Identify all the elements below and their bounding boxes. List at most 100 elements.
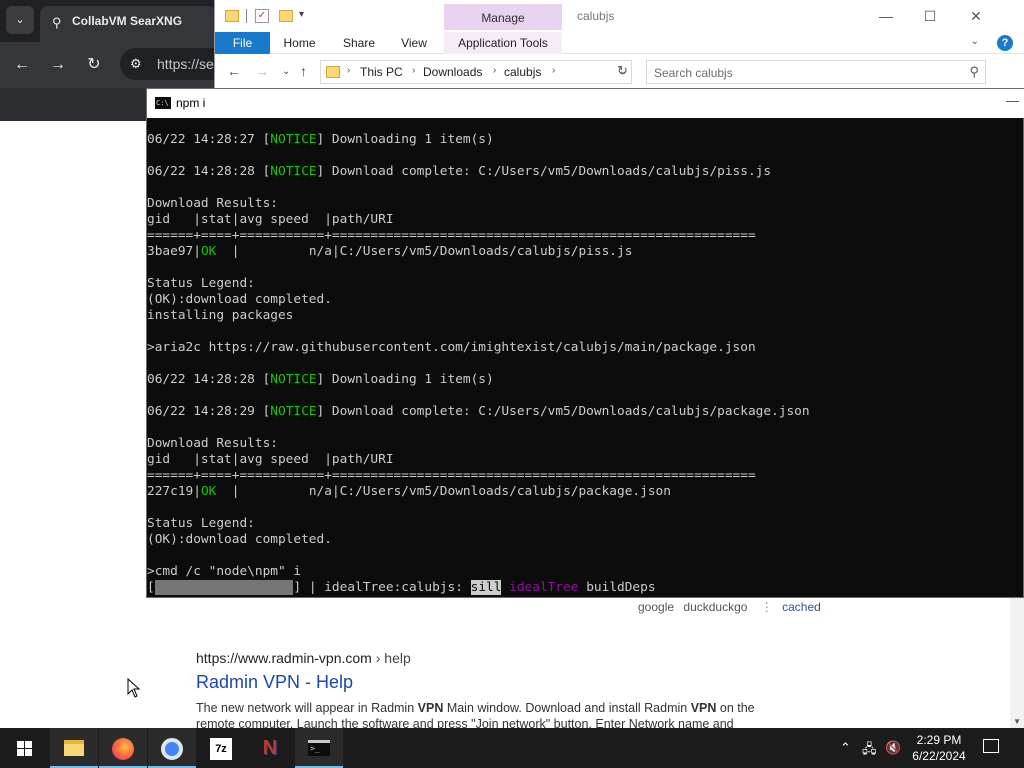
close-icon[interactable]: ✕ bbox=[956, 4, 996, 28]
taskbar-chrome[interactable] bbox=[148, 728, 196, 768]
new-folder-icon[interactable] bbox=[279, 10, 293, 22]
status-ok: OK bbox=[200, 244, 217, 259]
forward-arrow-icon[interactable]: → bbox=[255, 63, 269, 79]
console-text: buildDeps bbox=[578, 580, 656, 595]
back-arrow-icon[interactable]: ← bbox=[9, 52, 35, 78]
breadcrumb-this-pc[interactable]: This PC bbox=[360, 65, 403, 79]
start-button[interactable] bbox=[0, 728, 48, 768]
taskbar-notepad-plus[interactable]: N bbox=[246, 728, 294, 768]
mouse-pointer-icon bbox=[127, 678, 141, 698]
tab-view[interactable]: View bbox=[395, 32, 433, 54]
tab-home[interactable]: Home bbox=[277, 32, 322, 54]
tab-search-button[interactable]: ⌄ bbox=[6, 6, 34, 34]
expand-ribbon-icon[interactable]: ⌄ bbox=[971, 36, 979, 47]
refresh-icon[interactable]: ↻ bbox=[617, 63, 628, 79]
console-line: >aria2c https://raw.githubusercontent.co… bbox=[147, 340, 756, 355]
minimize-icon[interactable]: — bbox=[866, 4, 906, 28]
log-stage: idealTree bbox=[509, 580, 579, 595]
notification-icon[interactable] bbox=[983, 739, 999, 753]
scroll-down-icon[interactable]: ▼ bbox=[1013, 717, 1021, 726]
folder-icon bbox=[225, 10, 239, 22]
tab-share[interactable]: Share bbox=[337, 32, 381, 54]
command-prompt-icon: C:\ bbox=[155, 97, 171, 109]
engine-duckduckgo: duckduckgo bbox=[683, 600, 748, 614]
more-icon[interactable]: ⋮ bbox=[761, 600, 773, 614]
console-output[interactable]: 06/22 14:28:27 [NOTICE] Downloading 1 it… bbox=[147, 132, 1024, 599]
taskbar-7zip[interactable]: 7z bbox=[197, 728, 245, 768]
console-line: (OK):download completed. bbox=[147, 292, 332, 307]
chevron-right-icon[interactable]: › bbox=[552, 65, 555, 76]
command-prompt-icon: >_ bbox=[308, 740, 330, 756]
clock-date: 6/22/2024 bbox=[912, 749, 966, 763]
search-icon[interactable]: ⚲ bbox=[969, 64, 979, 80]
breadcrumb-calubjs[interactable]: calubjs bbox=[504, 65, 541, 79]
console-line: ======+====+===========+================… bbox=[147, 228, 756, 243]
console-window[interactable]: C:\ npm i — 06/22 14:28:27 [NOTICE] Down… bbox=[146, 88, 1024, 598]
properties-icon[interactable]: ✓ bbox=[255, 9, 269, 23]
site-info-icon[interactable]: ⚙ bbox=[130, 56, 142, 72]
console-text: 06/22 14:28:28 [ bbox=[147, 372, 271, 387]
forward-arrow-icon[interactable]: → bbox=[45, 52, 71, 78]
notice-tag: NOTICE bbox=[270, 164, 317, 179]
console-line: 06/22 14:28:27 [NOTICE] Downloading 1 it… bbox=[147, 132, 1024, 148]
address-bar[interactable]: ⚙ https://se bbox=[120, 48, 220, 80]
manage-tab[interactable]: Manage bbox=[444, 4, 562, 30]
breadcrumb[interactable]: › This PC › Downloads › calubjs › ⌄ bbox=[320, 60, 632, 84]
console-text: ] Downloading 1 item(s) bbox=[316, 372, 494, 387]
taskbar-command-prompt[interactable]: >_ bbox=[295, 728, 343, 768]
tab-file[interactable]: File bbox=[215, 32, 270, 54]
breadcrumb-downloads[interactable]: Downloads bbox=[423, 65, 482, 79]
cached-link[interactable]: cached bbox=[782, 600, 821, 614]
log-level-badge: sill bbox=[470, 580, 502, 595]
taskbar-file-explorer[interactable] bbox=[50, 728, 98, 768]
volume-muted-icon[interactable]: 🔇 bbox=[885, 740, 901, 756]
taskbar-firefox[interactable] bbox=[99, 728, 147, 768]
maximize-icon[interactable]: ☐ bbox=[910, 4, 950, 28]
console-line: (OK):download completed. bbox=[147, 532, 332, 547]
npm-progress-line: [ ] | idealTree:calubjs: sill idealTree … bbox=[147, 580, 1024, 596]
browser-tab[interactable]: ⚲ CollabVM SearXNG bbox=[40, 6, 216, 42]
console-line: gid |stat|avg speed |path/URI bbox=[147, 212, 394, 227]
console-text: | n/a|C:/Users/vm5/Downloads/calubjs/pis… bbox=[216, 244, 633, 259]
show-hidden-icons-icon[interactable]: ⌃ bbox=[840, 740, 851, 756]
quick-access-dropdown-icon[interactable]: ▾ bbox=[299, 7, 304, 23]
chevron-right-icon[interactable]: › bbox=[412, 65, 415, 76]
console-line: Download Results: bbox=[147, 436, 278, 451]
search-input[interactable]: Search calubjs ⚲ bbox=[646, 60, 986, 84]
reload-icon[interactable]: ↻ bbox=[81, 52, 107, 78]
snippet-highlight: VPN bbox=[690, 701, 717, 715]
result-title-sep: - bbox=[300, 672, 317, 692]
console-line: 227c19|OK | n/a|C:/Users/vm5/Downloads/c… bbox=[147, 484, 1024, 500]
recent-locations-icon[interactable]: ⌄ bbox=[282, 66, 290, 77]
windows-logo-icon bbox=[17, 741, 32, 756]
console-line: 06/22 14:28:28 [NOTICE] Download complet… bbox=[147, 164, 1024, 180]
result-url[interactable]: https://www.radmin-vpn.com › help bbox=[196, 650, 411, 666]
up-arrow-icon[interactable]: ↑ bbox=[300, 63, 307, 79]
download-gid: 227c19 bbox=[147, 484, 194, 499]
chevron-right-icon[interactable]: › bbox=[493, 65, 496, 76]
search-icon: ⚲ bbox=[52, 15, 62, 30]
tab-application-tools[interactable]: Application Tools bbox=[444, 32, 562, 54]
address-text: https://se bbox=[157, 56, 214, 72]
snippet-highlight: VPN bbox=[417, 701, 444, 715]
result-title-link[interactable]: Radmin VPN - Help bbox=[196, 672, 353, 693]
network-icon[interactable]: 🖧 bbox=[862, 740, 877, 762]
minimize-icon[interactable]: — bbox=[1006, 93, 1019, 108]
console-text: | bbox=[193, 244, 201, 259]
console-title: npm i bbox=[176, 96, 206, 110]
console-line: >cmd /c "node\npm" i bbox=[147, 564, 302, 579]
explorer-title: calubjs bbox=[577, 9, 615, 23]
explorer-ribbon-tabs: File Home Share View Application Tools ⌄… bbox=[215, 32, 1024, 54]
help-icon[interactable]: ? bbox=[997, 35, 1013, 51]
back-arrow-icon[interactable]: ← bbox=[227, 63, 241, 79]
system-clock[interactable]: 2:29 PM 6/22/2024 bbox=[905, 732, 973, 764]
console-text: 06/22 14:28:27 [ bbox=[147, 132, 271, 147]
chevron-right-icon[interactable]: › bbox=[347, 65, 350, 76]
snippet-text: Main window. Download and install Radmin bbox=[443, 701, 691, 715]
console-line: ======+====+===========+================… bbox=[147, 468, 756, 483]
notice-tag: NOTICE bbox=[270, 132, 317, 147]
